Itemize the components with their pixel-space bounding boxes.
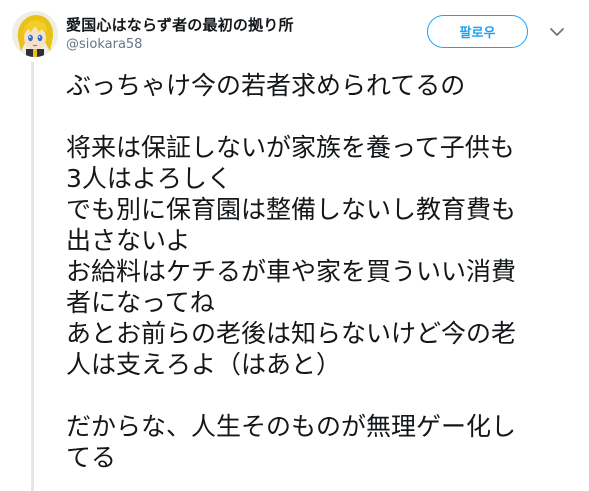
- tweet-line: あとお前らの老後は知らないけど今の老: [66, 319, 517, 348]
- follow-button[interactable]: 팔로우: [427, 15, 528, 48]
- tweet-line: てる: [66, 443, 117, 472]
- tweet-line: だからな、人生そのものが無理ゲー化し: [66, 412, 517, 441]
- tweet-line: ぶっちゃけ今の若者求められてるの: [66, 71, 466, 100]
- anime-character-avatar-icon: [12, 11, 58, 57]
- tweet-text: ぶっちゃけ今の若者求められてるの 将来は保証しないが家族を養って子供も 3人はよ…: [66, 70, 566, 473]
- tweet-line: 出さないよ: [66, 226, 191, 255]
- tweet-card: 愛国心はならず者の最初の拠り所 @siokara58 팔로우 ぶっちゃけ今の若者…: [0, 0, 589, 491]
- tweet-line: 者になってね: [66, 288, 215, 317]
- avatar[interactable]: [12, 11, 58, 57]
- tweet-line: 人は支えろよ（はあと）: [66, 350, 342, 379]
- tweet-line: お給料はケチるが車や家を買ういい消費: [66, 257, 517, 286]
- tweet-line: 将来は保証しないが家族を養って子供も: [66, 133, 515, 162]
- chevron-down-icon[interactable]: [548, 24, 566, 38]
- display-name[interactable]: 愛国心はならず者の最初の拠り所: [66, 14, 294, 35]
- tweet-line: 3人はよろしく: [66, 164, 232, 193]
- tweet-line: でも別に保育園は整備しないし教育費も: [66, 195, 517, 224]
- user-handle[interactable]: @siokara58: [66, 37, 142, 52]
- thread-connector-line: [31, 62, 34, 491]
